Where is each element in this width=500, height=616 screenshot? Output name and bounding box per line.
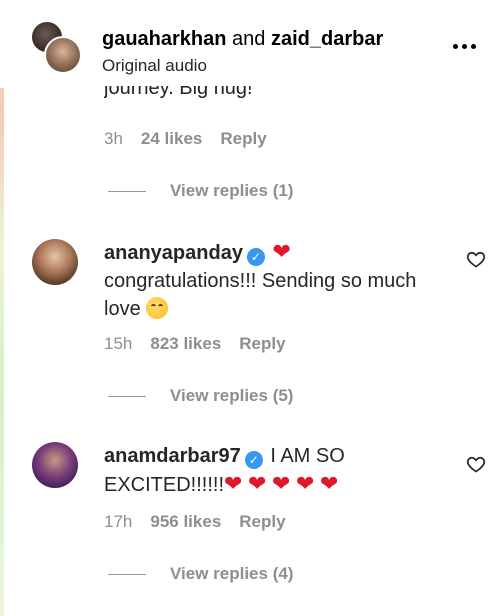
red-heart-emoji: ❤ [248,471,267,496]
avatar[interactable] [32,442,78,488]
verified-badge-icon: ✓ [246,248,265,266]
divider [108,190,146,192]
avatar[interactable] [32,239,78,285]
comment-body: anamdarbar97 ✓ I AM SO EXCITED!!!!!!❤ ❤ ❤… [104,442,444,499]
reply-button[interactable]: Reply [220,129,266,149]
comment-time: 15h [104,334,133,353]
red-heart-emoji: ❤ [296,471,315,496]
comment-meta: 3h 24 likes Reply [104,129,267,149]
reply-button[interactable]: Reply [239,334,285,354]
comment-meta: 15h 823 likes Reply [104,334,286,354]
reel-header: gauaharkhan and zaid_darbar Original aud… [0,0,500,88]
heart-outline-icon[interactable] [466,454,486,474]
red-heart-emoji: ❤ [272,239,291,264]
reply-button[interactable]: Reply [239,512,285,532]
heart-outline-icon[interactable] [466,249,486,269]
left-edge-strip [0,0,4,616]
username-link[interactable]: gauaharkhan [102,28,226,50]
more-options-icon[interactable] [450,36,478,56]
divider [108,573,146,575]
avatar [44,36,82,74]
comment-time: 3h [104,129,123,148]
comment-text: EXCITED!!!!!! [104,474,225,496]
likes-count[interactable]: 956 likes [150,512,221,532]
view-replies-button[interactable]: View replies (5) [108,386,293,406]
joiner-text: and [232,28,266,50]
comment-username[interactable]: anamdarbar97 [104,445,241,467]
comment-text: I AM SO [270,445,345,467]
comment-meta: 17h 956 likes Reply [104,512,286,532]
red-heart-emoji: ❤ [224,471,243,496]
verified-badge-icon: ✓ [244,451,263,469]
comment-text: journey. Big hug! [104,86,253,98]
likes-count[interactable]: 24 likes [141,129,202,149]
hugging-face-emoji [146,297,169,319]
likes-count[interactable]: 823 likes [150,334,221,354]
username-link[interactable]: zaid_darbar [271,28,383,50]
audio-label[interactable]: Original audio [102,56,207,76]
comment-time: 17h [104,512,133,531]
collab-avatars[interactable] [30,20,82,76]
view-replies-button[interactable]: View replies (4) [108,564,293,584]
red-heart-emoji: ❤ [320,471,339,496]
view-replies-button[interactable]: View replies (1) [108,181,293,201]
red-heart-emoji: ❤ [272,471,291,496]
divider [108,395,146,397]
header-title: gauaharkhan and zaid_darbar [102,28,383,51]
comment-body: ananyapanday ✓ ❤ congratulations!!! Sendi… [104,238,444,323]
comment-username[interactable]: ananyapanday [104,242,243,264]
